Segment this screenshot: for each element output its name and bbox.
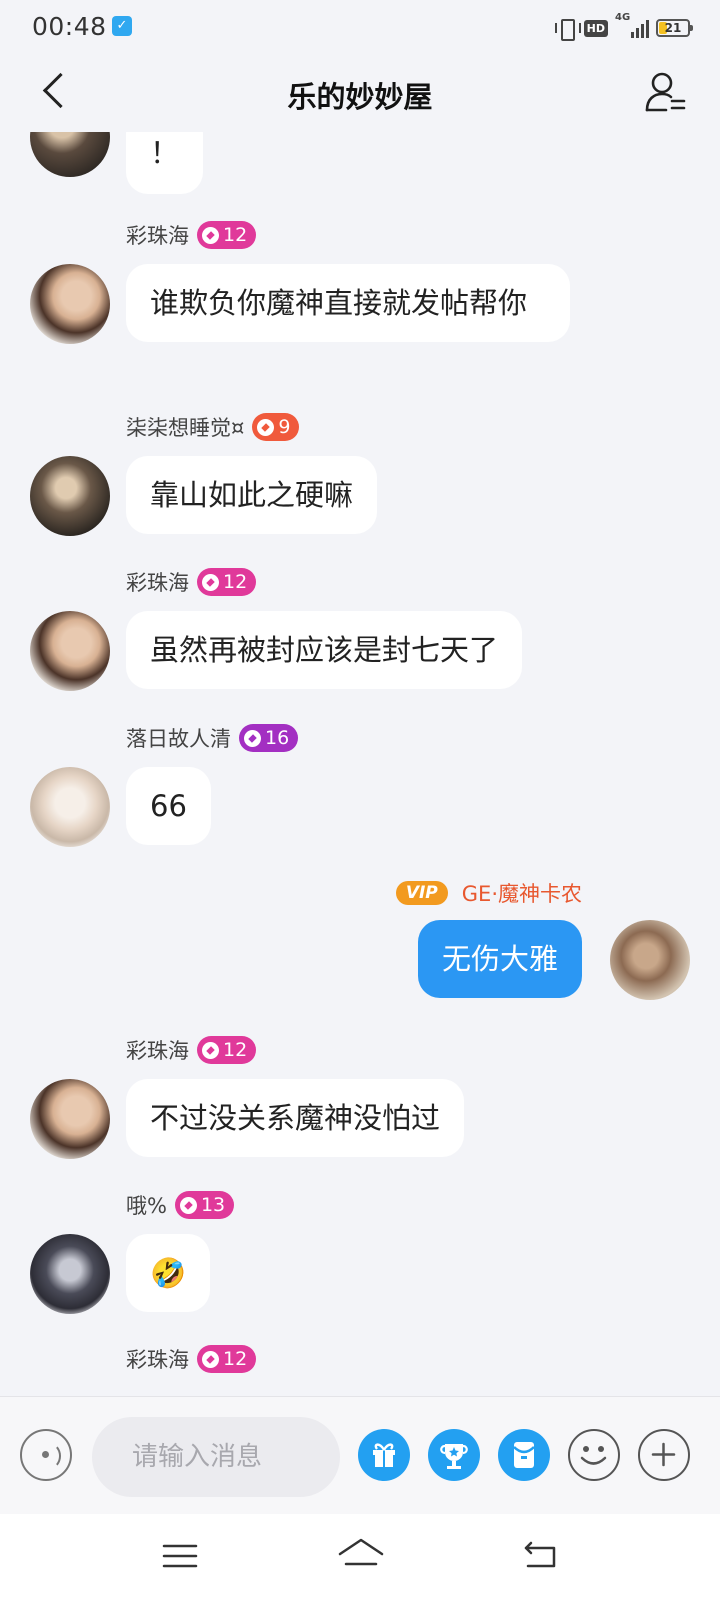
red-packet-button[interactable] <box>498 1429 550 1481</box>
diamond-icon <box>257 418 275 436</box>
trophy-icon <box>440 1444 468 1469</box>
message-bubble[interactable]: 靠山如此之硬嘛 <box>126 456 378 534</box>
return-icon <box>524 1541 556 1568</box>
sender-name[interactable]: 彩珠海 <box>126 220 189 250</box>
message-bubble[interactable]: 无伤大雅 <box>417 920 582 998</box>
rank-button[interactable] <box>428 1429 480 1481</box>
back-nav-button[interactable] <box>518 1534 562 1578</box>
network-label: 4G <box>615 12 631 23</box>
diamond-icon <box>202 573 219 591</box>
level-badge: 9 <box>252 413 300 441</box>
message-bubble[interactable]: 虽然再被封应该是封七天了 <box>126 611 523 689</box>
message-input[interactable] <box>92 1417 340 1497</box>
sender-name[interactable]: 彩珠海 <box>126 567 189 597</box>
emoji-button[interactable] <box>568 1429 620 1481</box>
gift-button[interactable] <box>358 1429 410 1481</box>
sender-row: 彩珠海 12 <box>126 220 257 250</box>
message-bubble[interactable]: 66 <box>126 767 211 845</box>
system-nav-bar <box>0 1514 720 1600</box>
message-bubble[interactable]: 🤣 <box>126 1234 211 1312</box>
sender-name[interactable]: 柒柒想睡觉¤ <box>126 412 244 442</box>
group-members-button[interactable] <box>642 68 690 116</box>
sender-name[interactable]: 彩珠海 <box>126 1035 189 1065</box>
vip-badge: VIP <box>395 881 448 905</box>
home-icon <box>338 1538 384 1566</box>
avatar[interactable] <box>30 1234 110 1314</box>
sender-name[interactable]: 哦% <box>126 1190 167 1220</box>
hd-icon: HD <box>583 19 608 37</box>
message-bubble[interactable]: 不过没关系魔神没怕过 <box>126 1079 465 1157</box>
diamond-icon <box>202 1350 219 1368</box>
chat-header: 乐的妙妙屋 <box>0 56 720 132</box>
app-notification-icon: ✓ <box>112 16 132 36</box>
chat-message-list[interactable]: ！ 彩珠海 12 谁欺负你魔神直接就发帖帮你 柒柒想睡觉¤ 9 靠山如此之硬嘛 … <box>0 132 720 1396</box>
page-title: 乐的妙妙屋 <box>287 80 433 114</box>
sender-row: 彩珠海 12 <box>126 1035 257 1065</box>
status-time: 00:48 <box>32 12 107 41</box>
avatar[interactable] <box>30 132 110 177</box>
sender-row: VIP GE·魔神卡农 <box>395 878 582 908</box>
menu-button[interactable] <box>158 1534 202 1578</box>
level-badge: 13 <box>174 1191 235 1219</box>
home-button[interactable] <box>336 1534 386 1578</box>
avatar[interactable] <box>30 1079 110 1159</box>
user-list-icon <box>645 72 686 112</box>
sender-row: 彩珠海 12 <box>126 1344 257 1374</box>
envelope-icon <box>513 1442 535 1468</box>
battery-icon: 21 <box>656 19 693 37</box>
level-badge: 12 <box>197 1036 257 1064</box>
message-composer <box>0 1396 720 1514</box>
message-bubble[interactable]: 谁欺负你魔神直接就发帖帮你 <box>126 264 570 342</box>
status-bar: 00:48 ✓ HD 4G 21 <box>0 0 720 56</box>
avatar[interactable] <box>610 920 690 1000</box>
sender-row: 柒柒想睡觉¤ 9 <box>126 412 300 442</box>
level-badge: 12 <box>197 1345 257 1373</box>
diamond-icon <box>179 1196 197 1214</box>
avatar[interactable] <box>30 611 110 691</box>
status-icons: HD 4G 21 <box>554 12 693 42</box>
diamond-icon <box>202 226 219 244</box>
voice-button[interactable] <box>20 1429 72 1481</box>
menu-icon <box>162 1544 198 1568</box>
sender-row: 哦% 13 <box>126 1190 235 1220</box>
smile-icon <box>580 1446 607 1465</box>
level-badge: 12 <box>197 568 257 596</box>
vibrate-icon <box>554 18 581 41</box>
gift-icon <box>373 1443 395 1467</box>
diamond-icon <box>202 1041 219 1059</box>
message-bubble[interactable]: ！ <box>126 132 204 194</box>
diamond-icon <box>244 729 261 747</box>
avatar[interactable] <box>30 264 110 344</box>
sender-row: 彩珠海 12 <box>126 567 257 597</box>
sender-name[interactable]: 落日故人清 <box>126 723 231 753</box>
sender-name[interactable]: GE·魔神卡农 <box>462 878 582 908</box>
sender-row: 落日故人清 16 <box>126 723 299 753</box>
level-badge: 12 <box>197 221 257 249</box>
plus-icon <box>651 1442 676 1467</box>
level-badge: 16 <box>239 724 299 752</box>
sender-name[interactable]: 彩珠海 <box>126 1344 189 1374</box>
signal-icon: 4G <box>615 12 649 38</box>
avatar[interactable] <box>30 456 110 536</box>
avatar[interactable] <box>30 767 110 847</box>
more-button[interactable] <box>638 1429 690 1481</box>
battery-level: 21 <box>664 21 682 35</box>
